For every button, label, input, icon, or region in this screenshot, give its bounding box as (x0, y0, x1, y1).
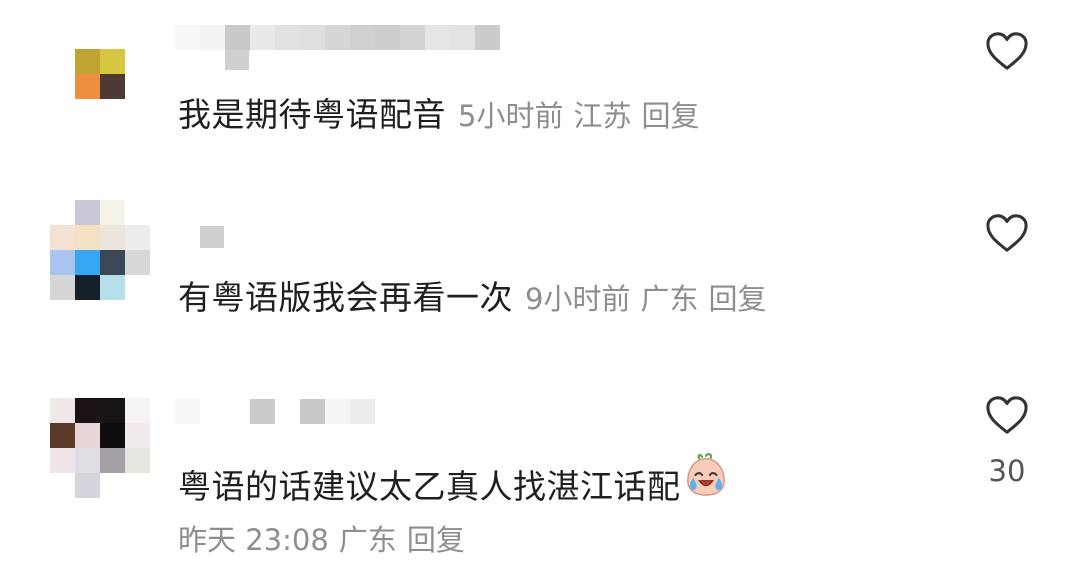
comment-text: 有粤语版我会再看一次 (178, 278, 513, 317)
reply-button[interactable]: 回复 (641, 99, 699, 133)
reply-button[interactable]: 回复 (708, 282, 766, 316)
comment-location: 广东 (640, 282, 699, 316)
username-obscured[interactable] (175, 24, 500, 50)
comment-row: 粤语的话建议太乙真人找湛江话配 (178, 452, 729, 508)
heart-outline-icon[interactable] (984, 30, 1030, 72)
username-obscured[interactable] (175, 398, 375, 424)
comment-meta: 5小时前 江苏 回复 (458, 93, 699, 135)
username-obscured-fragment (225, 50, 249, 70)
comment-row: 有粤语版我会再看一次 9小时前 广东 回复 (178, 271, 766, 319)
comment-item: 我是期待粤语配音 5小时前 江苏 回复 (0, 0, 1080, 180)
comment-text: 我是期待粤语配音 (178, 95, 446, 134)
comment-meta: 9小时前 广东 回复 (525, 276, 766, 318)
comment-text: 粤语的话建议太乙真人找湛江话配 (178, 467, 681, 506)
comment-location: 广东 (338, 523, 397, 557)
comment-row: 我是期待粤语配音 5小时前 江苏 回复 (178, 88, 699, 136)
avatar[interactable] (50, 200, 150, 300)
comment-time: 9小时前 (525, 282, 631, 316)
crying-laughing-emoji (686, 453, 725, 496)
reply-button[interactable]: 回复 (407, 523, 465, 557)
heart-outline-icon[interactable] (984, 212, 1030, 254)
username-obscured[interactable] (200, 226, 224, 248)
comment-meta: 昨天 23:08 广东 回复 (178, 517, 475, 559)
comment-item: 粤语的话建议太乙真人找湛江话配 昨天 23:08 广东 回复 30 (0, 370, 1080, 566)
comment-time: 5小时前 (458, 99, 564, 133)
comment-item: 有粤语版我会再看一次 9小时前 广东 回复 (0, 180, 1080, 370)
comment-location: 江苏 (573, 99, 632, 133)
comment-time: 昨天 23:08 (178, 523, 329, 557)
avatar[interactable] (75, 49, 125, 99)
like-count: 30 (988, 454, 1026, 488)
avatar[interactable] (50, 398, 150, 498)
heart-outline-icon[interactable] (984, 394, 1030, 436)
